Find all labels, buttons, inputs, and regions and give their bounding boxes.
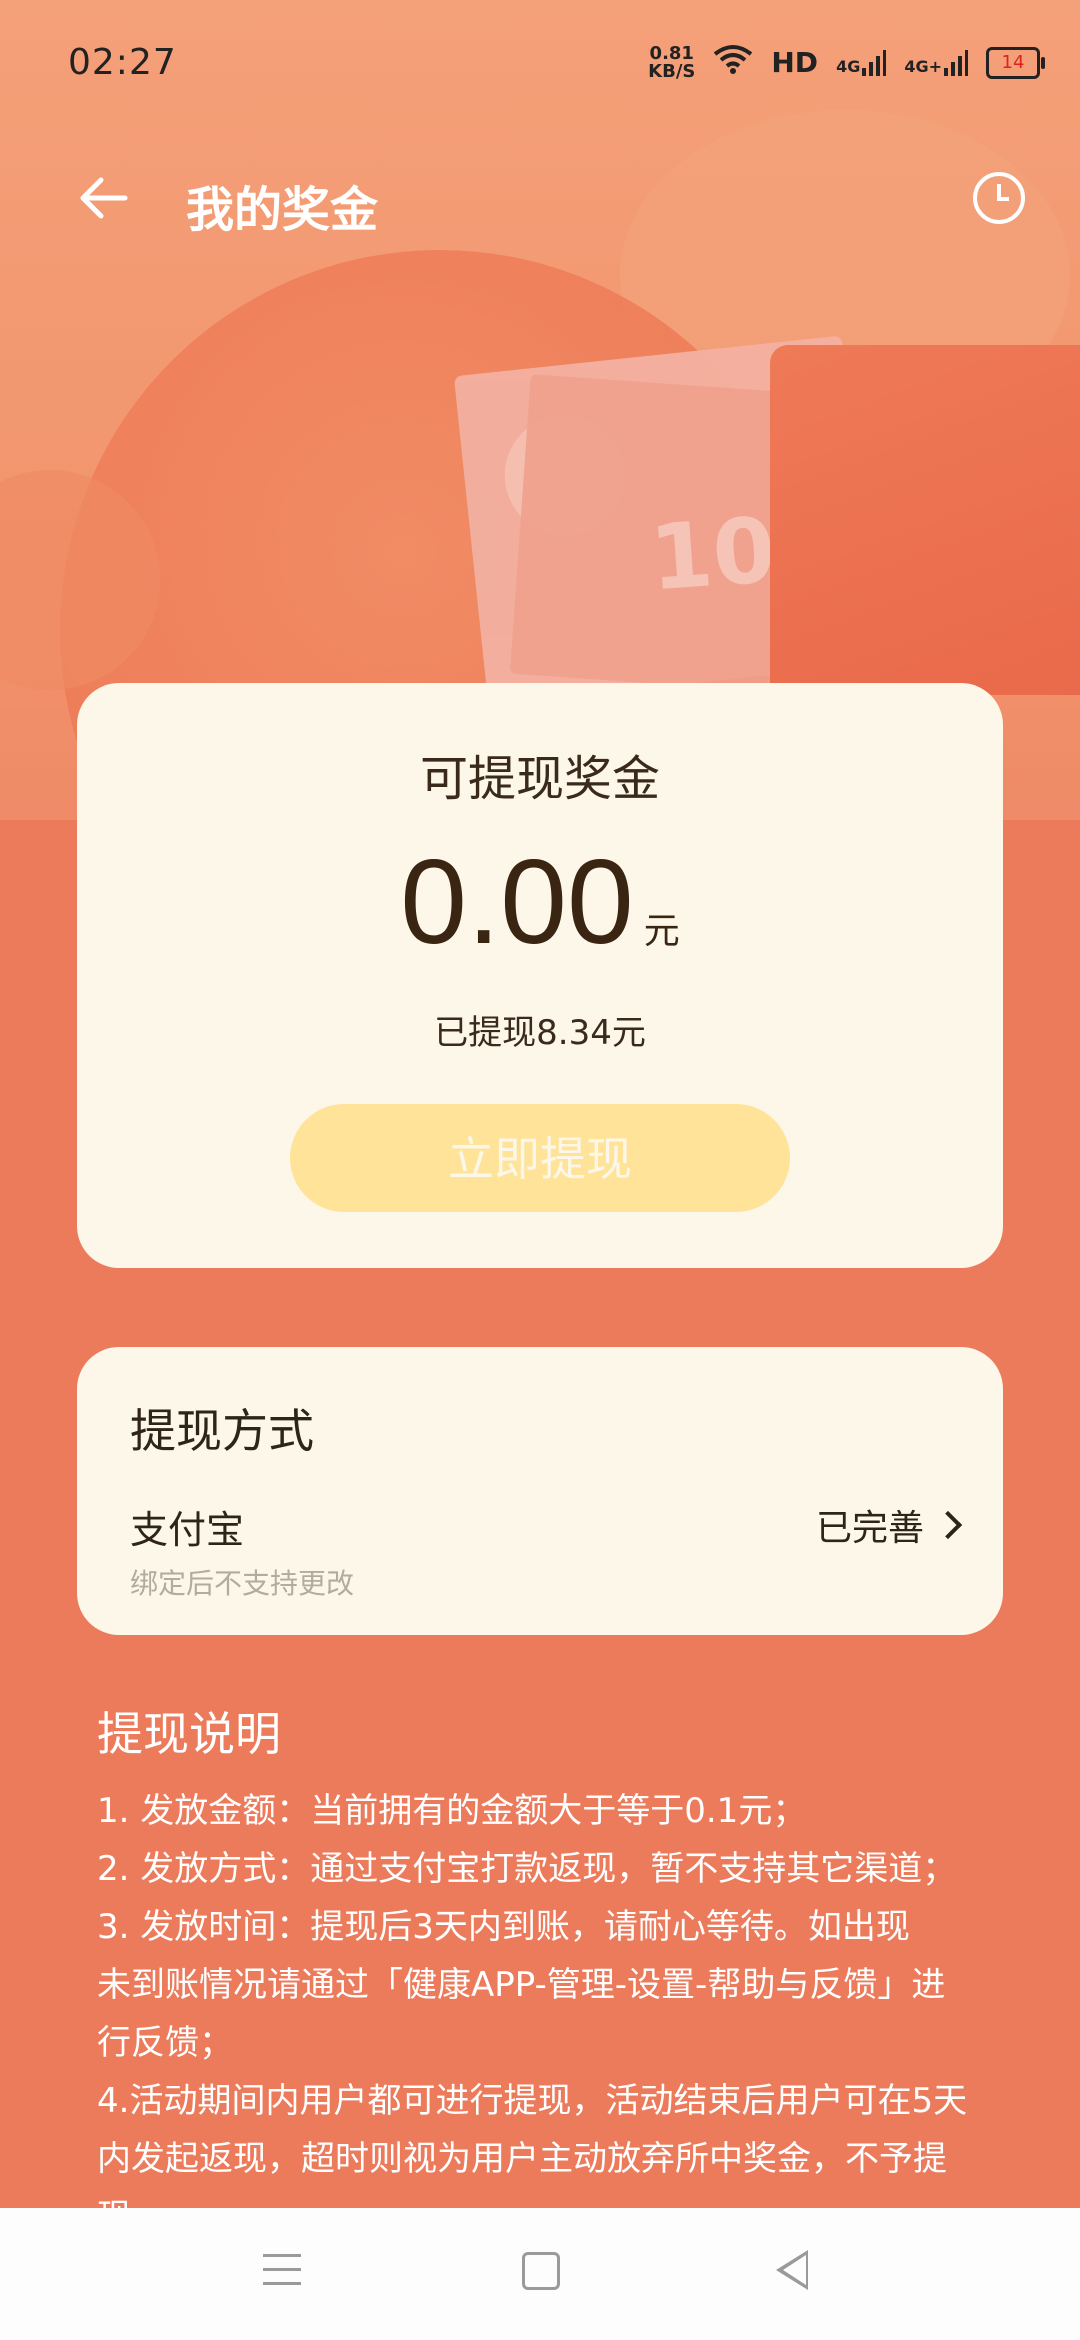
signal-icon-2: 4G+ <box>904 49 968 76</box>
home-icon[interactable] <box>522 2252 560 2290</box>
instructions-list: 1. 发放金额：当前拥有的金额大于等于0.1元； 2. 发放方式：通过支付宝打款… <box>97 1782 1017 2246</box>
balance-amount-row: 0.00 元 <box>77 833 1003 971</box>
method-name: 支付宝 <box>130 1508 245 1552</box>
status-bar: 02:27 0.81 KB/S HD 4G 4G+ 14 <box>0 0 1080 110</box>
method-hint: 绑定后不支持更改 <box>130 1567 355 1600</box>
hd-label: HD <box>771 46 819 79</box>
menu-icon[interactable] <box>263 2254 301 2286</box>
method-title: 提现方式 <box>130 1404 314 1458</box>
wifi-icon <box>713 44 753 81</box>
clock-icon[interactable] <box>973 172 1025 224</box>
instruction-line: 2. 发放方式：通过支付宝打款返现，暂不支持其它渠道； <box>97 1849 957 1889</box>
signal-icon-1: 4G <box>836 49 887 76</box>
signal-2-label: 4G+ <box>904 56 942 76</box>
status-time: 02:27 <box>68 42 177 83</box>
battery-icon: 14 <box>986 46 1045 79</box>
instructions-title: 提现说明 <box>97 1707 281 1761</box>
back-button[interactable] <box>75 170 135 230</box>
balance-unit: 元 <box>643 911 680 952</box>
network-speed: 0.81 KB/S <box>648 42 696 82</box>
instruction-line: 1. 发放金额：当前拥有的金额大于等于0.1元； <box>97 1791 807 1831</box>
page: 100 02:27 0.81 KB/S HD 4G 4G+ 14 我的奖金 可提… <box>0 0 1080 2340</box>
instruction-line: 未到账情况请通过「健康APP-管理-设置-帮助与反馈」进 <box>97 1965 946 2005</box>
instruction-line: 行反馈； <box>97 2023 233 2063</box>
instruction-line: 3. 发放时间：提现后3天内到账，请耐心等待。如出现 <box>97 1907 910 1947</box>
signal-1-label: 4G <box>836 56 861 76</box>
page-title: 我的奖金 <box>186 182 379 238</box>
network-speed-unit: KB/S <box>648 60 696 82</box>
status-icons: 0.81 KB/S HD 4G 4G+ 14 <box>648 42 1045 82</box>
withdraw-method-card: 提现方式 支付宝 绑定后不支持更改 已完善 <box>77 1347 1003 1635</box>
instruction-line: 内发起返现，超时则视为用户主动放弃所中奖金，不予提 <box>97 2139 947 2179</box>
back-triangle-icon[interactable] <box>776 2250 808 2290</box>
red-envelope <box>770 345 1080 695</box>
withdrawn-total: 已提现8.34元 <box>434 1013 646 1053</box>
battery-level: 14 <box>1001 51 1025 73</box>
arrow-left-icon <box>80 177 128 219</box>
instruction-line: 4.活动期间内用户都可进行提现，活动结束后用户可在5天 <box>97 2081 968 2121</box>
method-status: 已完善 <box>815 1508 924 1549</box>
balance-label: 可提现奖金 <box>419 751 660 807</box>
chevron-right-icon <box>933 1510 963 1540</box>
balance-amount: 0.00 <box>400 835 634 969</box>
balance-card: 可提现奖金 0.00 元 已提现8.34元 立即提现 <box>77 683 1003 1268</box>
system-nav-bar <box>0 2208 1080 2340</box>
network-speed-value: 0.81 <box>649 42 694 64</box>
withdraw-now-button[interactable]: 立即提现 <box>290 1104 790 1212</box>
method-status-link[interactable]: 已完善 <box>815 1499 963 1551</box>
